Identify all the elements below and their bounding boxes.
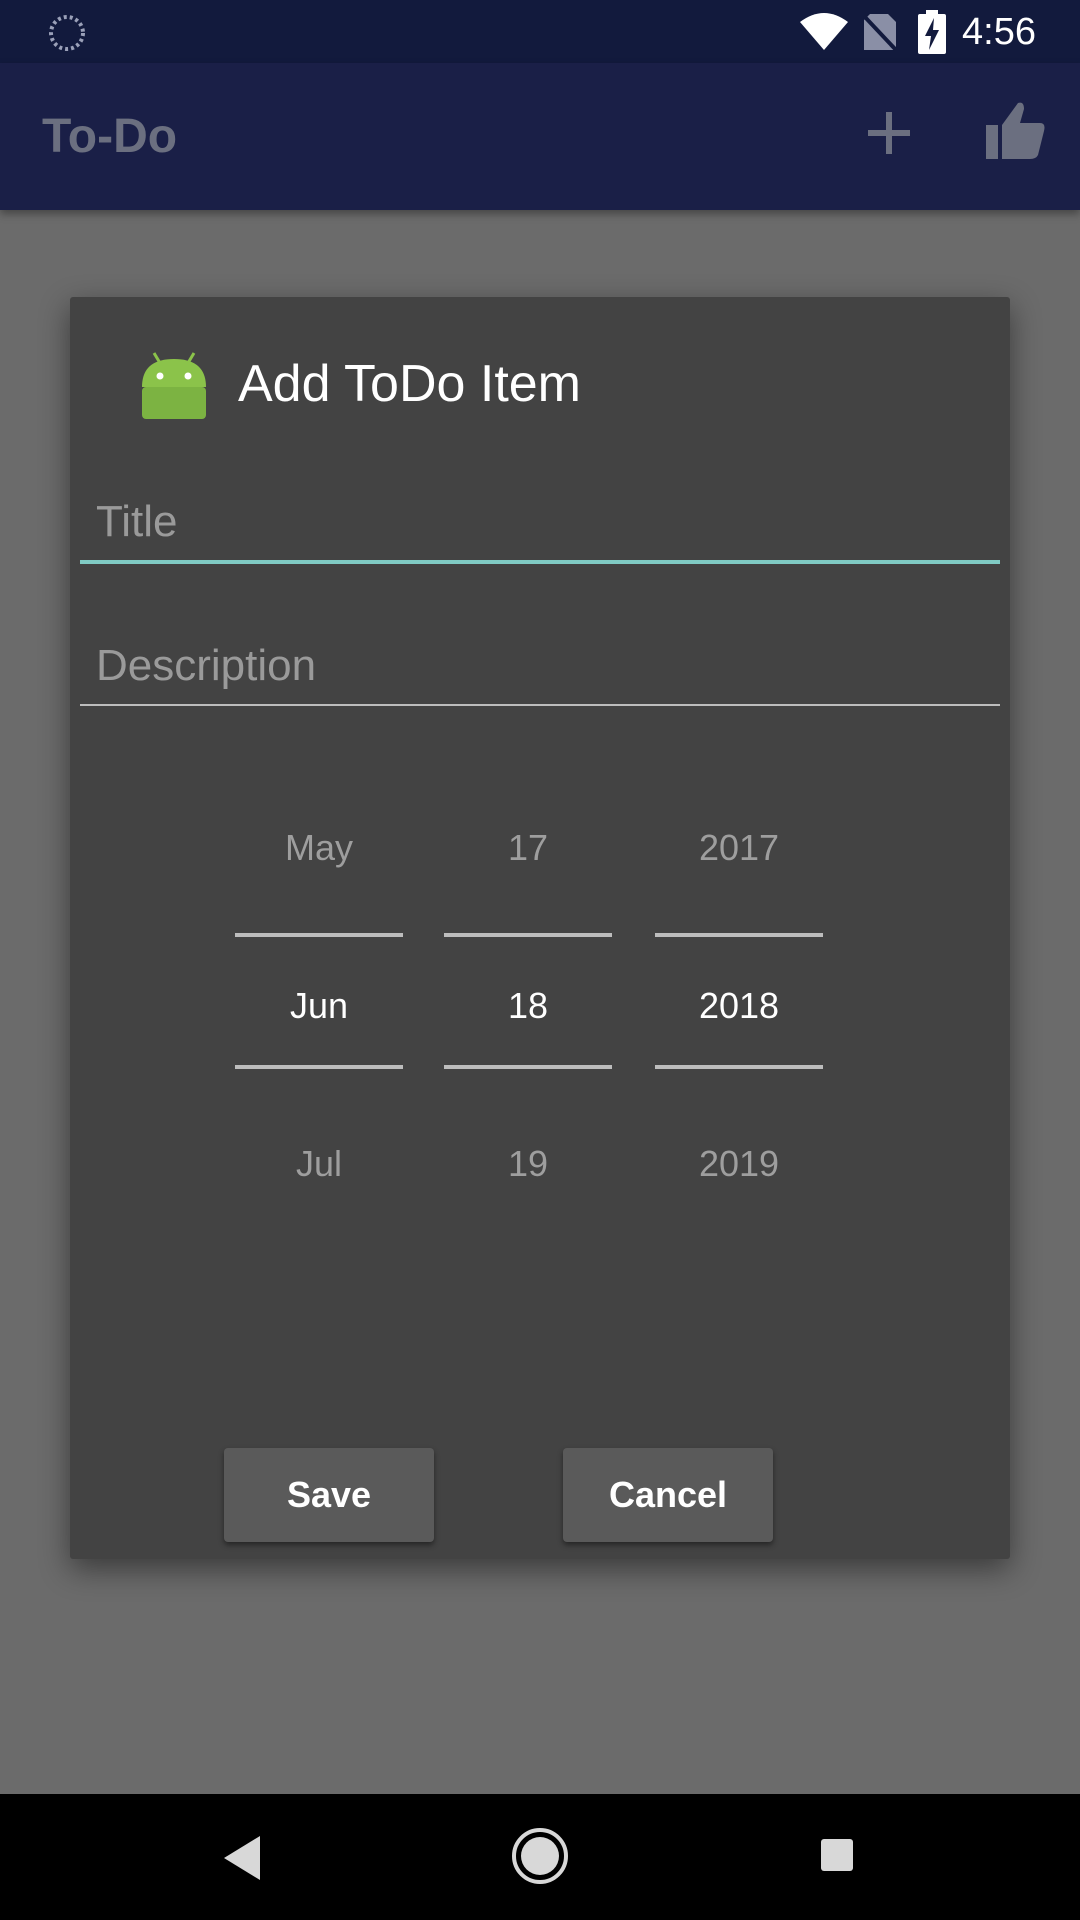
title-input[interactable] (80, 490, 1000, 554)
battery-charging-icon (918, 10, 946, 54)
wifi-icon (800, 13, 848, 50)
month-divider-top (235, 933, 403, 937)
day-next[interactable]: 19 (444, 1143, 612, 1185)
app-title: To-Do (42, 110, 178, 163)
save-button[interactable]: Save (224, 1448, 434, 1542)
year-prev[interactable]: 2017 (655, 827, 823, 869)
loading-icon (49, 15, 85, 51)
year-next[interactable]: 2019 (655, 1143, 823, 1185)
recents-icon[interactable] (820, 1838, 854, 1872)
back-icon[interactable] (220, 1834, 264, 1882)
description-input[interactable] (80, 634, 1000, 698)
year-divider-top (655, 933, 823, 937)
app-bar: To-Do (0, 63, 1080, 210)
status-bar: 4:56 (0, 0, 1080, 63)
day-divider-top (444, 933, 612, 937)
year-divider-bottom (655, 1065, 823, 1069)
status-time: 4:56 (962, 11, 1036, 53)
description-field[interactable] (80, 634, 1000, 706)
day-prev[interactable]: 17 (444, 827, 612, 869)
android-icon (142, 352, 206, 419)
navigation-bar (0, 1794, 1080, 1920)
add-icon[interactable] (864, 108, 914, 158)
home-icon[interactable] (510, 1826, 570, 1886)
month-next[interactable]: Jul (235, 1143, 403, 1185)
thumb-up-icon[interactable] (984, 99, 1048, 163)
month-prev[interactable]: May (235, 827, 403, 869)
no-sim-icon (862, 14, 898, 52)
day-current[interactable]: 18 (444, 985, 612, 1027)
add-todo-dialog: Add ToDo Item May Jun Jul 17 18 19 2017 … (70, 297, 1010, 1559)
day-divider-bottom (444, 1065, 612, 1069)
month-divider-bottom (235, 1065, 403, 1069)
title-field[interactable] (80, 490, 1000, 564)
month-current[interactable]: Jun (235, 985, 403, 1027)
year-current[interactable]: 2018 (655, 985, 823, 1027)
dialog-title: Add ToDo Item (238, 355, 582, 413)
cancel-button[interactable]: Cancel (563, 1448, 773, 1542)
